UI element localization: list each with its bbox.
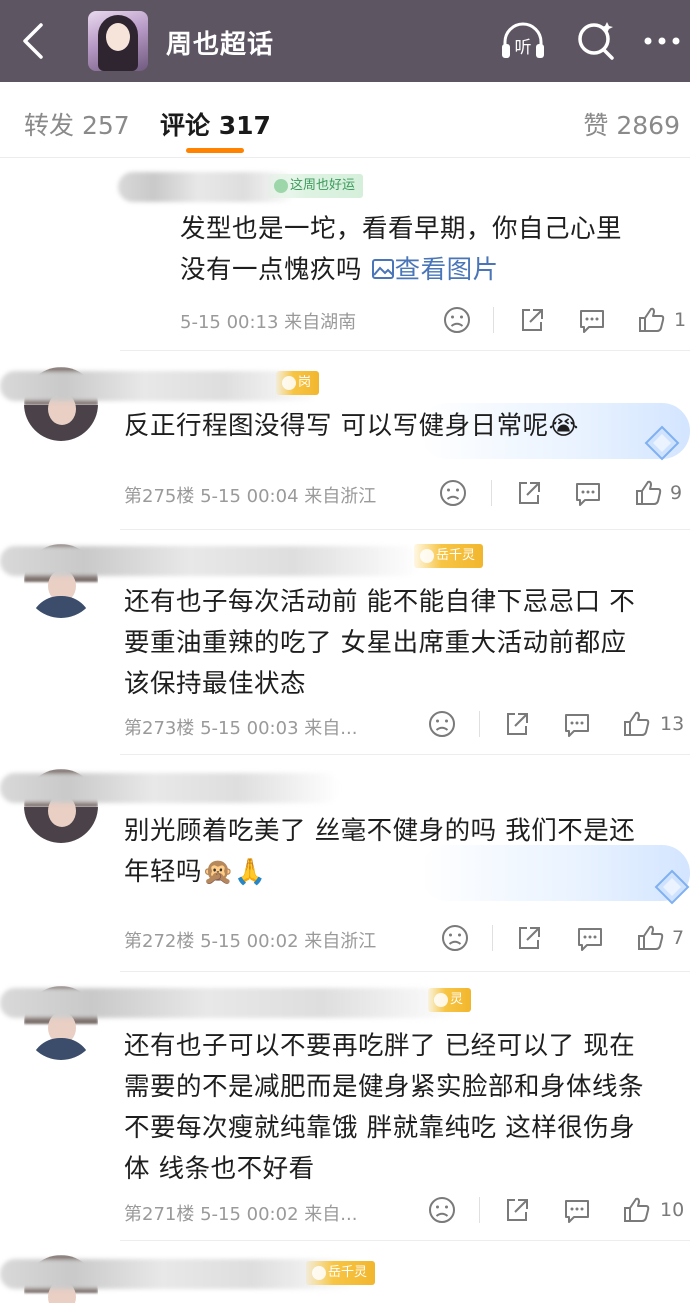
thumbs-up-icon bbox=[624, 711, 650, 736]
dislike-button[interactable] bbox=[436, 476, 470, 510]
comment-item: 灵 还有也子可以不要再吃胖了 已经可以了 现在 需要的不是减肥而是健身紧实脸部和… bbox=[0, 972, 690, 1240]
search-icon bbox=[578, 22, 614, 60]
comment-meta: 第273楼 5-15 00:03 来自... bbox=[124, 718, 358, 739]
reply-button[interactable] bbox=[575, 303, 609, 337]
like-count: 10 bbox=[660, 1199, 685, 1221]
like-count: 9 bbox=[670, 482, 683, 504]
divider bbox=[491, 480, 492, 506]
fan-badge[interactable]: 这周也好运 bbox=[268, 174, 364, 198]
dislike-button[interactable] bbox=[425, 707, 459, 741]
reply-button[interactable] bbox=[571, 476, 605, 510]
headphones-icon: 听 bbox=[502, 22, 544, 58]
listen-label: 听 bbox=[515, 38, 532, 58]
comment-item: 岗 反正行程图没得写 可以写健身日常呢😭 第275楼 5-15 00:04 来自… bbox=[0, 351, 690, 529]
diamond-icon bbox=[654, 869, 690, 905]
back-arrow-icon bbox=[23, 23, 43, 59]
share-button[interactable] bbox=[515, 303, 549, 337]
share-icon bbox=[522, 309, 543, 331]
comment-icon bbox=[565, 1200, 589, 1223]
active-tab-indicator bbox=[186, 148, 244, 153]
tab-like[interactable]: 赞 2869 bbox=[583, 106, 680, 142]
frown-icon bbox=[444, 307, 470, 333]
share-icon bbox=[519, 927, 540, 949]
divider bbox=[492, 925, 493, 951]
tab-bar: 转发 257 评论 317 赞 2869 bbox=[0, 82, 690, 158]
fan-badge[interactable]: 岳千灵 bbox=[306, 1261, 376, 1285]
dislike-button[interactable] bbox=[440, 303, 474, 337]
comment-meta: 第272楼 5-15 00:02 来自浙江 bbox=[124, 931, 377, 952]
like-count: 13 bbox=[660, 713, 685, 735]
share-icon bbox=[507, 1199, 528, 1221]
comment-text: 还有也子可以不要再吃胖了 已经可以了 现在 需要的不是减肥而是健身紧实脸部和身体… bbox=[124, 1031, 645, 1184]
username[interactable] bbox=[0, 988, 460, 1018]
comment-text: 还有也子每次活动前 能不能自律下忌忌口 不 要重油重辣的吃了 女星出席重大活动前… bbox=[124, 587, 636, 699]
comment-meta: 第271楼 5-15 00:02 来自... bbox=[124, 1204, 358, 1225]
like-count: 1 bbox=[674, 309, 687, 331]
diamond-icon bbox=[644, 425, 680, 461]
like-count: 7 bbox=[672, 927, 685, 949]
thumbs-up-icon bbox=[636, 480, 662, 505]
thumbs-up-icon bbox=[624, 1197, 650, 1222]
comment-icon bbox=[565, 714, 589, 737]
back-button[interactable] bbox=[14, 18, 54, 64]
listen-button[interactable]: 听 bbox=[498, 16, 548, 66]
like-button[interactable] bbox=[632, 476, 666, 510]
reply-button[interactable] bbox=[560, 707, 594, 741]
thumbs-up-icon bbox=[639, 307, 665, 332]
share-button[interactable] bbox=[500, 1193, 534, 1227]
frown-icon bbox=[429, 711, 455, 737]
comment-item: 岳千灵 还有也子每次活动前 能不能自律下忌忌口 不 要重油重辣的吃了 女星出席重… bbox=[0, 530, 690, 754]
fan-badge[interactable]: 岗 bbox=[276, 371, 320, 395]
image-icon bbox=[371, 259, 394, 279]
comment-item: 这周也好运 发型也是一坨，看看早期，你自己心里 没有一点愧疚吗 查看图片 5-1… bbox=[0, 158, 690, 351]
frown-icon bbox=[442, 925, 468, 951]
like-button[interactable] bbox=[634, 921, 668, 955]
reply-button[interactable] bbox=[573, 921, 607, 955]
comment-item: 岳千灵 bbox=[0, 1241, 690, 1303]
share-button[interactable] bbox=[512, 476, 546, 510]
search-button[interactable] bbox=[574, 16, 618, 66]
share-icon bbox=[507, 713, 528, 735]
divider bbox=[479, 711, 480, 737]
topic-avatar[interactable] bbox=[88, 11, 148, 71]
frown-icon bbox=[440, 480, 466, 506]
comment-text: 发型也是一坨，看看早期，你自己心里 没有一点愧疚吗 查看图片 bbox=[180, 214, 623, 285]
like-button[interactable] bbox=[620, 707, 654, 741]
top-bar: 周也超话 听 bbox=[0, 0, 690, 82]
comment-meta: 第275楼 5-15 00:04 来自浙江 bbox=[124, 486, 377, 507]
comment-icon bbox=[580, 310, 604, 333]
tab-forward[interactable]: 转发 257 bbox=[24, 106, 130, 142]
thumbs-up-icon bbox=[638, 925, 664, 950]
reply-button[interactable] bbox=[560, 1193, 594, 1227]
comment-item: 别光顾着吃美了 丝毫不健身的吗 我们不是还 年轻吗🙊🙏 第272楼 5-15 0… bbox=[0, 755, 690, 971]
divider bbox=[479, 1197, 480, 1223]
fan-badge[interactable]: 岳千灵 bbox=[414, 544, 484, 568]
comment-text: 反正行程图没得写 可以写健身日常呢😭 bbox=[124, 411, 579, 441]
divider bbox=[493, 307, 494, 333]
view-image-link[interactable]: 查看图片 bbox=[371, 255, 499, 285]
comment-icon bbox=[576, 483, 600, 506]
topic-title[interactable]: 周也超话 bbox=[166, 24, 274, 61]
tab-comment[interactable]: 评论 317 bbox=[160, 106, 271, 142]
username[interactable] bbox=[0, 371, 320, 401]
dislike-button[interactable] bbox=[425, 1193, 459, 1227]
fan-badge[interactable]: 灵 bbox=[428, 988, 472, 1012]
comment-text: 别光顾着吃美了 丝毫不健身的吗 我们不是还 年轻吗🙊🙏 bbox=[124, 816, 636, 887]
frown-icon bbox=[429, 1197, 455, 1223]
more-button[interactable] bbox=[640, 24, 684, 58]
more-icon bbox=[644, 37, 680, 45]
dislike-button[interactable] bbox=[438, 921, 472, 955]
share-icon bbox=[519, 482, 540, 504]
comment-meta: 5-15 00:13 来自湖南 bbox=[180, 312, 357, 333]
username[interactable] bbox=[0, 773, 340, 803]
comment-icon bbox=[578, 928, 602, 951]
share-button[interactable] bbox=[512, 921, 546, 955]
share-button[interactable] bbox=[500, 707, 534, 741]
username[interactable] bbox=[0, 546, 420, 576]
like-button[interactable] bbox=[635, 303, 669, 337]
like-button[interactable] bbox=[620, 1193, 654, 1227]
